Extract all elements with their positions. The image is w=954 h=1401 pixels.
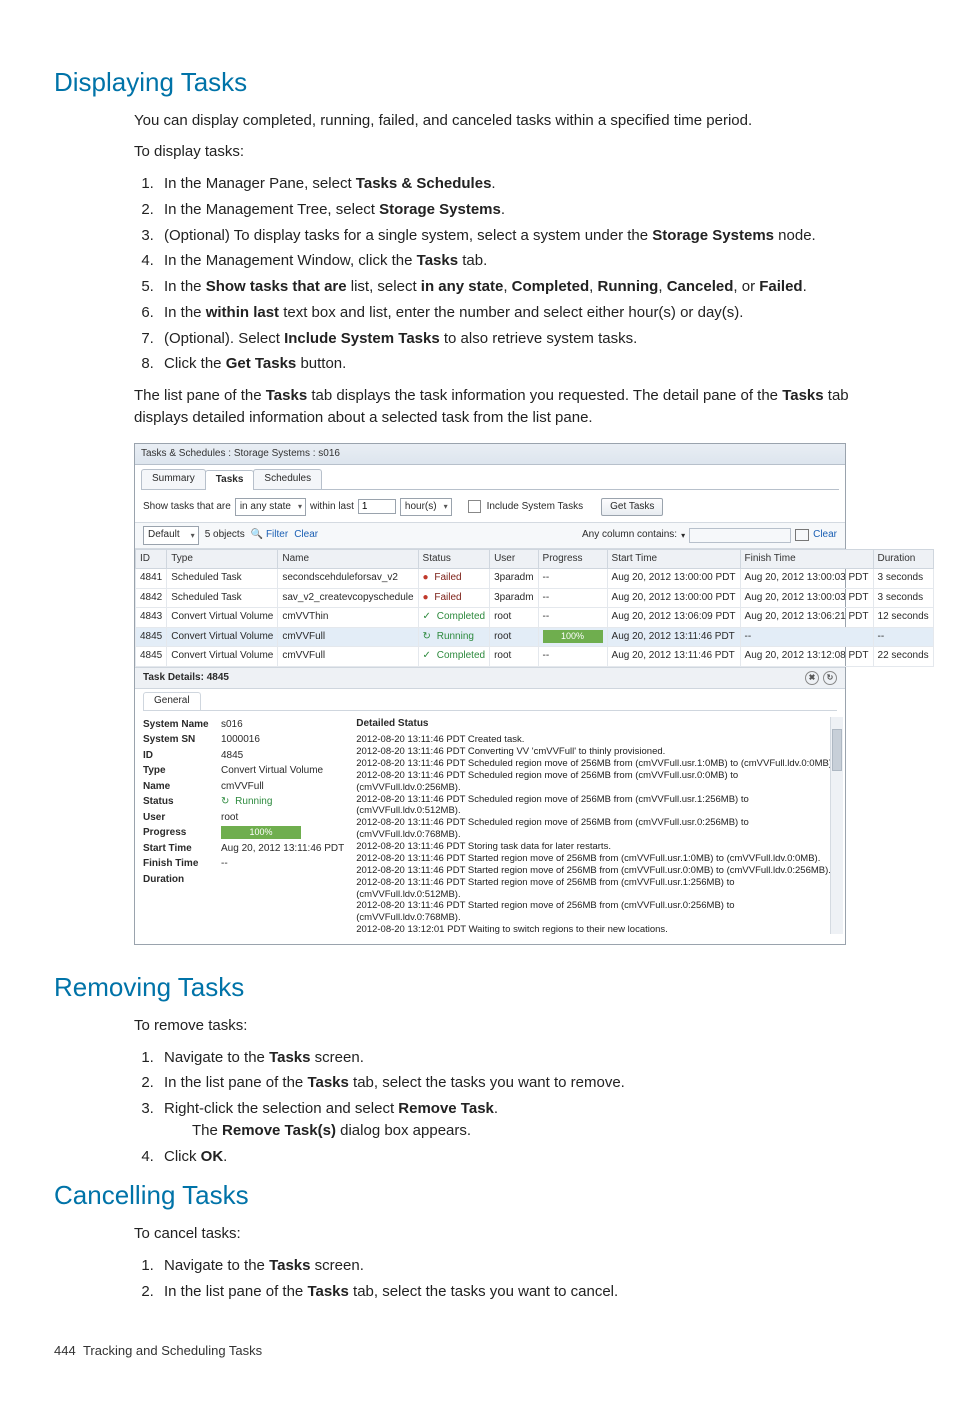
- col-duration[interactable]: Duration: [873, 549, 933, 569]
- detailed-status-log: 2012-08-20 13:11:46 PDT Created task. 20…: [356, 734, 837, 934]
- column-filter-input[interactable]: [689, 528, 791, 543]
- step-2: In the Management Tree, select Storage S…: [158, 199, 900, 221]
- step-3: (Optional) To display tasks for a single…: [158, 225, 900, 247]
- filter-link[interactable]: 🔍 Filter: [251, 528, 288, 543]
- table-row[interactable]: 4845Convert Virtual VolumecmVVFull Runni…: [136, 627, 934, 647]
- state-select[interactable]: in any state: [235, 498, 306, 517]
- col-finish-time[interactable]: Finish Time: [740, 549, 873, 569]
- col-status[interactable]: Status: [418, 549, 490, 569]
- subtab-general[interactable]: General: [143, 692, 201, 710]
- col-progress[interactable]: Progress: [538, 549, 607, 569]
- table-row[interactable]: 4841Scheduled Tasksecondscehduleforsav_v…: [136, 569, 934, 589]
- intro-text: You can display completed, running, fail…: [134, 110, 900, 132]
- col-name[interactable]: Name: [278, 549, 418, 569]
- rem-step-1: Navigate to the Tasks screen.: [158, 1047, 900, 1069]
- clear-link-2[interactable]: Clear: [813, 528, 837, 543]
- refresh-icon[interactable]: ↻: [823, 671, 837, 685]
- rem-step-3-sub: The Remove Task(s) dialog box appears.: [192, 1120, 900, 1142]
- table-row[interactable]: 4843Convert Virtual VolumecmVVThin Compl…: [136, 608, 934, 628]
- removing-steps: Navigate to the Tasks screen. In the lis…: [158, 1047, 900, 1168]
- rem-step-4: Click OK.: [158, 1146, 900, 1168]
- print-icon[interactable]: [795, 529, 809, 541]
- table-row[interactable]: 4845Convert Virtual VolumecmVVFull Compl…: [136, 647, 934, 667]
- within-last-label: within last: [310, 500, 354, 515]
- page-number: 444: [54, 1343, 76, 1358]
- unit-select[interactable]: hour(s): [400, 498, 452, 517]
- removing-lead: To remove tasks:: [134, 1015, 900, 1037]
- show-tasks-label: Show tasks that are: [143, 500, 231, 515]
- can-step-1: Navigate to the Tasks screen.: [158, 1255, 900, 1277]
- footer-title: Tracking and Scheduling Tasks: [83, 1343, 262, 1358]
- task-details-header: Task Details: 4845 ✖ ↻: [135, 667, 845, 690]
- tab-summary[interactable]: Summary: [141, 469, 206, 489]
- include-system-label: Include System Tasks: [487, 500, 584, 515]
- col-start-time[interactable]: Start Time: [607, 549, 740, 569]
- tab-tasks[interactable]: Tasks: [205, 470, 255, 490]
- within-last-input[interactable]: [358, 499, 396, 514]
- cancelling-steps: Navigate to the Tasks screen. In the lis…: [158, 1255, 900, 1303]
- lead-text: To display tasks:: [134, 141, 900, 163]
- tab-schedules[interactable]: Schedules: [253, 469, 322, 489]
- detailed-status-header: Detailed Status: [356, 717, 837, 732]
- post-paragraph: The list pane of the Tasks tab displays …: [134, 385, 900, 429]
- include-system-checkbox[interactable]: [468, 500, 481, 513]
- clear-link[interactable]: Clear: [294, 528, 318, 543]
- page-footer: 444 Tracking and Scheduling Tasks: [54, 1342, 900, 1361]
- col-user[interactable]: User: [490, 549, 538, 569]
- general-properties: System Names016System SN1000016ID4845Typ…: [143, 717, 344, 935]
- rem-step-2: In the list pane of the Tasks tab, selec…: [158, 1072, 900, 1094]
- heading-cancelling-tasks: Cancelling Tasks: [54, 1177, 900, 1215]
- main-tabs: Summary Tasks Schedules: [135, 465, 845, 489]
- filter-controls: Show tasks that are in any state within …: [135, 496, 845, 523]
- can-step-2: In the list pane of the Tasks tab, selec…: [158, 1281, 900, 1303]
- object-count: 5 objects: [205, 528, 245, 543]
- window-title: Tasks & Schedules : Storage Systems : s0…: [135, 444, 845, 466]
- steps-list: In the Manager Pane, select Tasks & Sche…: [158, 173, 900, 375]
- tasks-table: IDTypeNameStatusUserProgressStart TimeFi…: [135, 549, 934, 667]
- heading-removing-tasks: Removing Tasks: [54, 969, 900, 1007]
- stop-icon[interactable]: ✖: [805, 671, 819, 685]
- get-tasks-button[interactable]: Get Tasks: [601, 498, 663, 517]
- step-5: In the Show tasks that are list, select …: [158, 276, 900, 298]
- any-column-label: Any column contains:: [582, 528, 677, 543]
- step-1: In the Manager Pane, select Tasks & Sche…: [158, 173, 900, 195]
- step-4: In the Management Window, click the Task…: [158, 250, 900, 272]
- col-type[interactable]: Type: [167, 549, 278, 569]
- grid-toolbar: Default 5 objects 🔍 Filter Clear Any col…: [135, 522, 845, 549]
- step-6: In the within last text box and list, en…: [158, 302, 900, 324]
- view-select[interactable]: Default: [143, 526, 199, 545]
- screenshot-tasks-window: Tasks & Schedules : Storage Systems : s0…: [134, 443, 846, 946]
- col-id[interactable]: ID: [136, 549, 167, 569]
- scrollbar[interactable]: [830, 717, 843, 935]
- step-7: (Optional). Select Include System Tasks …: [158, 328, 900, 350]
- table-row[interactable]: 4842Scheduled Tasksav_v2_createvcopysche…: [136, 588, 934, 608]
- step-8: Click the Get Tasks button.: [158, 353, 900, 375]
- rem-step-3: Right-click the selection and select Rem…: [158, 1098, 900, 1142]
- heading-displaying-tasks: Displaying Tasks: [54, 64, 900, 102]
- cancelling-lead: To cancel tasks:: [134, 1223, 900, 1245]
